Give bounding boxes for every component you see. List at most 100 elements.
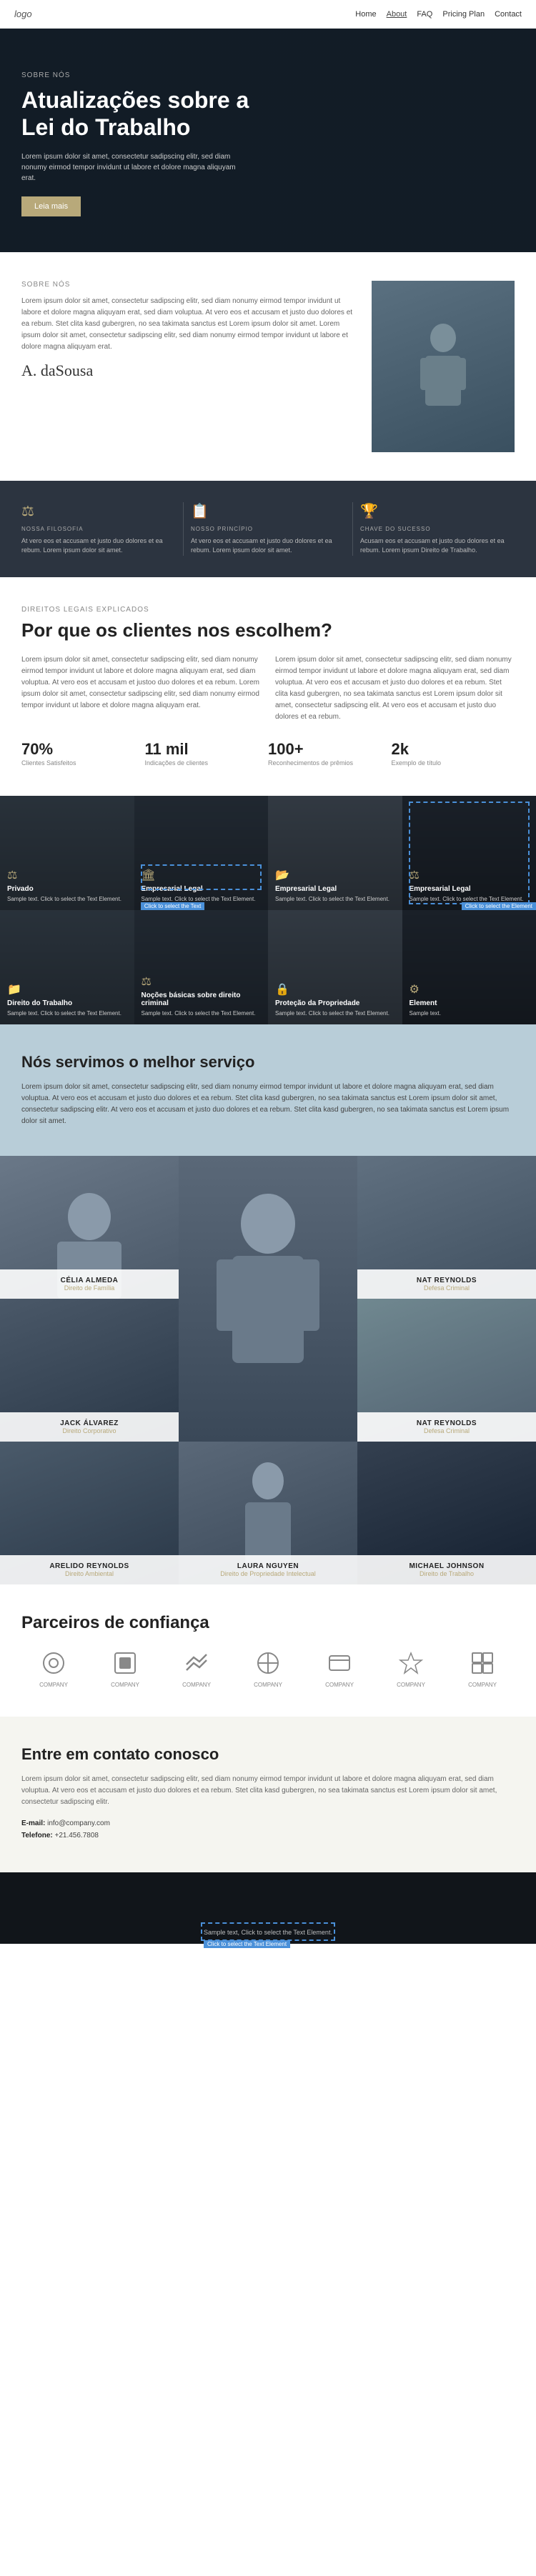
nav-home[interactable]: Home [355,10,376,19]
practice-icon-2: 🏛 [142,868,262,882]
partner-1: COMPANY [39,1650,68,1688]
partners-section: Parceiros de confiança COMPANY COMPANY [0,1584,536,1717]
team-name-jack: JACK ÁLVAREZ [7,1419,172,1427]
hero-label: SOBRE NÓS [21,71,515,79]
practice-desc-3: Sample text. Click to select the Text El… [275,895,395,903]
hero-section: SOBRE NÓS Atualizações sobre a Lei do Tr… [0,29,536,252]
navbar: logo Home About FAQ Pricing Plan Contact [0,0,536,29]
team-name-laura: LAURA NGUYEN [186,1562,350,1570]
hero-button[interactable]: Leia mais [21,196,81,216]
team-name-celia: CÉLIA ALMEDA [7,1277,172,1284]
practice-icon-5: 📁 [7,982,127,997]
stat-label-3: Reconhecimentos de prêmios [268,759,392,768]
why-label: DIREITOS LEGAIS EXPLICADOS [21,606,515,614]
stat-label-1: Clientes Satisfeitos [21,759,145,768]
team-overlay-michael: MICHAEL JOHNSON Direito de Trabalho [357,1555,536,1584]
partner-logo-1 [39,1650,68,1680]
partner-icon-3 [184,1650,209,1676]
partner-6: COMPANY [397,1650,425,1688]
team-section: CÉLIA ALMEDA Direito de Família NAT REYN… [0,1156,536,1584]
stat-3: 100+ Reconhecimentos de prêmios [268,740,392,768]
nav-links: Home About FAQ Pricing Plan Contact [355,10,522,19]
partner-7: COMPANY [468,1650,497,1688]
team-card-center [179,1156,357,1442]
practice-desc-4: Sample text. Click to select the Text El… [410,895,530,903]
team-name-michael: MICHAEL JOHNSON [364,1562,529,1570]
philosophy-label-2: NOSSO PRINCÍPIO [191,526,345,532]
signature: A. daSousa [21,361,357,380]
practice-card-3[interactable]: 📂 Empresarial Legal Sample text. Click t… [268,796,402,910]
practice-card-4[interactable]: ⚖ Empresarial Legal Sample text. Click t… [402,796,536,910]
team-card-nat: NAT REYNOLDS Defesa Criminal [357,1156,536,1299]
practice-card-6[interactable]: ⚖ Noções básicas sobre direito criminal … [134,910,269,1024]
stat-num-3: 100+ [268,740,392,759]
team-card-michael: MICHAEL JOHNSON Direito de Trabalho [357,1442,536,1584]
practice-overlay-3: 📂 Empresarial Legal Sample text. Click t… [268,861,402,910]
nav-about[interactable]: About [387,10,407,19]
about-section: Sobre nós Lorem ipsum dolor sit amet, co… [0,252,536,481]
team-role-michael: Direito de Trabalho [364,1570,529,1577]
hero-description: Lorem ipsum dolor sit amet, consectetur … [21,151,236,184]
contact-email: E-mail: info@company.com [21,1819,515,1827]
team-role-celia: Direito de Família [7,1284,172,1292]
team-role-jack: Direito Corporativo [7,1427,172,1434]
team-card-arelido: ARELIDO REYNOLDS Direito Ambiental [0,1442,179,1584]
partner-label-3: COMPANY [182,1682,211,1688]
practice-icon-8: ⚙ [410,982,530,997]
practice-title-6: Noções básicas sobre direito criminal [142,992,262,1007]
team-overlay-jack: JACK ÁLVAREZ Direito Corporativo [0,1412,179,1442]
practice-title-7: Proteção da Propriedade [275,999,395,1007]
team-role-nat: Defesa Criminal [364,1284,529,1292]
nav-contact[interactable]: Contact [495,10,522,19]
hero-title: Atualizações sobre a Lei do Trabalho [21,86,250,141]
team-person-laura [225,1456,311,1570]
practice-card-8[interactable]: ⚙ Element Sample text. [402,910,536,1024]
partner-4: COMPANY [254,1650,282,1688]
about-image [372,281,515,452]
practice-icon-3: 📂 [275,868,395,882]
why-col-2: Lorem ipsum dolor sit amet, consectetur … [275,654,515,723]
about-text-block: Sobre nós Lorem ipsum dolor sit amet, co… [21,281,372,380]
practice-desc-7: Sample text. Click to select the Text El… [275,1009,395,1017]
partner-logo-7 [468,1650,497,1680]
partner-logo-4 [254,1650,282,1680]
stat-label-4: Exemplo de título [392,759,515,768]
practice-card-2[interactable]: 🏛 Empresarial Legal Sample text. Click t… [134,796,269,910]
contact-phone-label: Telefone: [21,1832,53,1839]
service-text: Lorem ipsum dolor sit amet, consectetur … [21,1082,515,1127]
philosophy-item-1: ⚖ NOSSA FILOSOFIA At vero eos et accusam… [14,502,184,556]
philosophy-band: ⚖ NOSSA FILOSOFIA At vero eos et accusam… [0,481,536,577]
practice-card-7[interactable]: 🔒 Proteção da Propriedade Sample text. C… [268,910,402,1024]
practice-grid: ⚖ Privado Sample text. Click to select t… [0,796,536,1024]
stat-num-1: 70% [21,740,145,759]
partner-label-2: COMPANY [111,1682,139,1688]
philosophy-item-2: 📋 NOSSO PRINCÍPIO At vero eos et accusam… [184,502,353,556]
nav-faq[interactable]: FAQ [417,10,432,19]
partner-icon-4 [255,1650,281,1676]
practice-icon-6: ⚖ [142,974,262,989]
team-overlay-right2: NAT REYNOLDS Defesa Criminal [357,1412,536,1442]
philosophy-text-2: At vero eos et accusam et justo duo dolo… [191,536,345,556]
stat-4: 2k Exemplo de título [392,740,515,768]
practice-card-5[interactable]: 📁 Direito do Trabalho Sample text. Click… [0,910,134,1024]
team-overlay-celia: CÉLIA ALMEDA Direito de Família [0,1269,179,1299]
team-grid: CÉLIA ALMEDA Direito de Família NAT REYN… [0,1156,536,1584]
partners-title: Parceiros de confiança [21,1613,515,1633]
stat-1: 70% Clientes Satisfeitos [21,740,145,768]
team-role-right2: Defesa Criminal [364,1427,529,1434]
contact-title: Entre em contato conosco [21,1745,515,1764]
practice-desc-5: Sample text. Click to select the Text El… [7,1009,127,1017]
service-section: Nós servimos o melhor serviço Lorem ipsu… [0,1024,536,1156]
nav-pricing[interactable]: Pricing Plan [442,10,485,19]
partner-icon-6 [398,1650,424,1676]
contact-email-value: info@company.com [47,1819,110,1827]
team-name-right2: NAT REYNOLDS [364,1419,529,1427]
team-overlay-arelido: ARELIDO REYNOLDS Direito Ambiental [0,1555,179,1584]
stat-2: 11 mil Indicações de clientes [145,740,269,768]
practice-overlay-1: ⚖ Privado Sample text. Click to select t… [0,861,134,910]
practice-card-1[interactable]: ⚖ Privado Sample text. Click to select t… [0,796,134,910]
team-name-nat: NAT REYNOLDS [364,1277,529,1284]
contact-section: Entre em contato conosco Lorem ipsum dol… [0,1717,536,1872]
practice-desc-1: Sample text. Click to select the Text El… [7,895,127,903]
logo: logo [14,9,32,19]
